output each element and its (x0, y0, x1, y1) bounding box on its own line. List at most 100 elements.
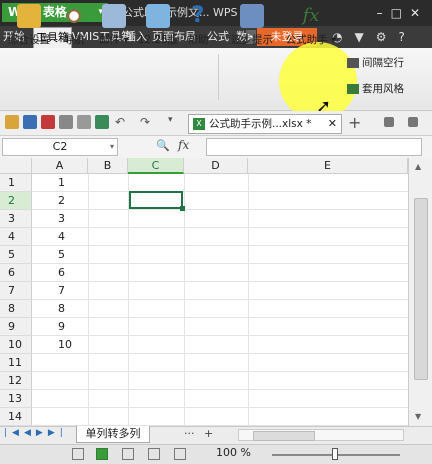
undo-icon[interactable]: ↶ (115, 115, 129, 129)
question-icon: ? (191, 3, 205, 28)
interval-row-icon (347, 58, 359, 68)
row-header[interactable]: 9 (0, 318, 32, 336)
column-header-b[interactable]: B (88, 158, 128, 174)
sheet-navigation[interactable]: |◀◀▶▶| (4, 428, 68, 438)
row-header[interactable]: 3 (0, 210, 32, 228)
insert-function-icon[interactable]: fx (178, 138, 189, 152)
cell-a[interactable]: 5 (58, 246, 65, 264)
row-header[interactable]: 8 (0, 300, 32, 318)
column-header-e[interactable]: E (248, 158, 408, 174)
row-header[interactable]: 2 (0, 192, 32, 210)
shirt-icon[interactable]: ▼ (354, 30, 375, 44)
cell-a[interactable]: 8 (58, 300, 65, 318)
cell-a[interactable]: 3 (58, 210, 65, 228)
chevron-down-icon[interactable]: ▾ (168, 115, 182, 129)
page-layout-view-icon[interactable] (96, 448, 108, 460)
print-icon[interactable] (59, 115, 73, 129)
file-tab[interactable]: X 公式助手示例...xlsx * ✕ (188, 114, 342, 134)
cell-a[interactable]: 10 (58, 336, 72, 354)
cell-a[interactable]: 7 (58, 282, 65, 300)
save-icon[interactable] (23, 115, 37, 129)
scroll-up-icon[interactable]: ▲ (415, 162, 421, 171)
add-sheet-icon[interactable]: + (204, 427, 213, 440)
reading-mode-icon[interactable] (148, 448, 160, 460)
grid-line (184, 174, 185, 426)
horizontal-scrollbar[interactable] (238, 429, 404, 441)
cell-a[interactable]: 4 (58, 228, 65, 246)
mail-icon (102, 4, 126, 28)
window-arrange-icon[interactable] (408, 117, 418, 127)
help-button[interactable]: ? 帮助 (184, 4, 212, 47)
settings-icon (17, 4, 41, 28)
new-tab-icon[interactable]: + (348, 113, 361, 132)
sheet-tab-active[interactable]: 单列转多列 (76, 426, 150, 443)
comprehensive-settings-button[interactable]: 综合设置 (6, 4, 52, 47)
open-icon[interactable] (5, 115, 19, 129)
chevron-down-icon[interactable]: ▾ (110, 139, 114, 155)
scrollbar-thumb[interactable] (253, 431, 315, 441)
zoom-level[interactable]: 100 % (216, 446, 251, 459)
redo-icon[interactable]: ↷ (140, 115, 154, 129)
grid-line (128, 174, 129, 426)
formula-input[interactable] (206, 138, 422, 156)
normal-view-icon[interactable] (72, 448, 84, 460)
restore-icon[interactable] (384, 117, 394, 127)
row-header[interactable]: 14 (0, 408, 32, 426)
column-header-a[interactable]: A (32, 158, 88, 174)
column-header-d[interactable]: D (184, 158, 248, 174)
settings-icon[interactable]: ⚙ (376, 30, 399, 44)
version-button[interactable]: 12.25版 (136, 4, 180, 47)
excel-file-icon: X (193, 118, 205, 130)
fill-handle[interactable] (180, 206, 185, 211)
mail-button[interactable]: 邮件 ▾ (94, 4, 134, 47)
row-header[interactable]: 7 (0, 282, 32, 300)
last-sheet-icon[interactable]: ▶| (48, 428, 68, 438)
style-icon (347, 84, 359, 94)
row-header[interactable]: 10 (0, 336, 32, 354)
next-sheet-icon[interactable]: ▶ (36, 428, 48, 438)
cell-a[interactable]: 2 (58, 192, 65, 210)
row-header[interactable]: 5 (0, 246, 32, 264)
grid-line (248, 174, 249, 426)
more-sheets[interactable]: ··· + (184, 427, 213, 440)
cell-a[interactable]: 6 (58, 264, 65, 282)
maximize-icon[interactable]: □ (391, 6, 410, 20)
selected-cell-c2[interactable] (129, 191, 183, 209)
column-header-c[interactable]: C (128, 158, 184, 174)
fullscreen-icon[interactable] (174, 448, 186, 460)
vertical-scrollbar[interactable]: ▲ ▼ (408, 158, 432, 426)
zoom-slider-knob[interactable] (332, 448, 338, 460)
step-tip-icon (240, 4, 264, 28)
minimize-icon[interactable]: – (377, 6, 391, 20)
scroll-down-icon[interactable]: ▼ (415, 412, 421, 421)
first-sheet-icon[interactable]: |◀ (4, 428, 24, 438)
prev-sheet-icon[interactable]: ◀ (24, 428, 36, 438)
cell-a[interactable]: 9 (58, 318, 65, 336)
interval-blank-row-button[interactable]: 间隔空行 (347, 55, 404, 70)
print-preview-icon[interactable] (77, 115, 91, 129)
row-header[interactable]: 4 (0, 228, 32, 246)
close-icon[interactable]: ✕ (328, 115, 337, 133)
scrollbar-thumb[interactable] (414, 198, 428, 380)
helm-icon (62, 4, 86, 28)
formula-assistant-button[interactable]: fx 公式助手 ▾ (282, 4, 340, 47)
row-header[interactable]: 1 (0, 174, 32, 192)
navigation-button[interactable]: 导航 (56, 4, 92, 47)
step-tip-button[interactable]: 逐步提示 (226, 4, 278, 47)
zoom-formula-icon[interactable]: 🔍 (156, 139, 170, 152)
cell-a[interactable]: 1 (58, 174, 65, 192)
format-painter-icon[interactable] (95, 115, 109, 129)
select-all-corner[interactable] (0, 158, 32, 174)
row-header[interactable]: 6 (0, 264, 32, 282)
name-box[interactable]: C2 ▾ (2, 138, 118, 156)
row-header[interactable]: 11 (0, 354, 32, 372)
close-icon[interactable]: ✕ (410, 6, 428, 20)
grid-line (88, 174, 89, 426)
pdf-icon[interactable] (41, 115, 55, 129)
row-header[interactable]: 12 (0, 372, 32, 390)
page-break-view-icon[interactable] (122, 448, 134, 460)
apply-style-button[interactable]: 套用风格 (347, 81, 404, 96)
help-icon[interactable]: ? (398, 30, 416, 44)
window-controls[interactable]: –□✕ (377, 0, 428, 26)
row-header[interactable]: 13 (0, 390, 32, 408)
